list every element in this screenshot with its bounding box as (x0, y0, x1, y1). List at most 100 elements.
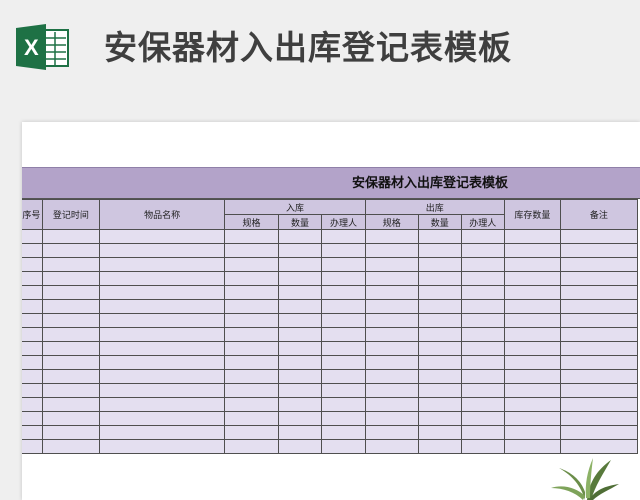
table-cell[interactable] (364, 369, 419, 384)
table-cell[interactable] (277, 299, 323, 314)
table-cell[interactable] (98, 299, 226, 314)
table-cell[interactable] (321, 383, 366, 398)
table-cell[interactable] (364, 397, 419, 412)
table-cell[interactable] (277, 285, 323, 300)
table-cell[interactable] (277, 327, 323, 342)
table-cell[interactable] (22, 299, 43, 314)
table-cell[interactable] (22, 383, 43, 398)
table-cell[interactable] (503, 327, 561, 342)
table-cell[interactable] (559, 243, 639, 258)
table-cell[interactable] (321, 425, 366, 440)
table-cell[interactable] (503, 355, 561, 370)
table-cell[interactable] (22, 411, 43, 426)
table-cell[interactable] (41, 341, 100, 356)
table-cell[interactable] (460, 425, 505, 440)
table-cell[interactable] (22, 285, 43, 300)
table-cell[interactable] (417, 271, 462, 286)
table-cell[interactable] (321, 439, 366, 454)
table-cell[interactable] (364, 439, 419, 454)
table-cell[interactable] (98, 327, 226, 342)
table-cell[interactable] (417, 285, 462, 300)
table-cell[interactable] (503, 425, 561, 440)
table-cell[interactable] (224, 327, 279, 342)
table-cell[interactable] (22, 439, 43, 454)
table-cell[interactable] (321, 285, 366, 300)
table-cell[interactable] (321, 271, 366, 286)
table-cell[interactable] (41, 257, 100, 272)
table-cell[interactable] (41, 229, 100, 244)
table-cell[interactable] (22, 369, 43, 384)
table-cell[interactable] (417, 243, 462, 258)
table-cell[interactable] (417, 425, 462, 440)
table-cell[interactable] (559, 229, 639, 244)
table-cell[interactable] (364, 285, 419, 300)
table-cell[interactable] (417, 439, 462, 454)
table-cell[interactable] (503, 257, 561, 272)
table-cell[interactable] (321, 243, 366, 258)
table-cell[interactable] (460, 243, 505, 258)
table-cell[interactable] (417, 327, 462, 342)
table-cell[interactable] (559, 313, 639, 328)
table-cell[interactable] (41, 439, 100, 454)
table-cell[interactable] (460, 229, 505, 244)
table-cell[interactable] (417, 369, 462, 384)
table-cell[interactable] (22, 313, 43, 328)
table-cell[interactable] (277, 355, 323, 370)
table-cell[interactable] (22, 341, 43, 356)
table-cell[interactable] (98, 285, 226, 300)
table-cell[interactable] (364, 299, 419, 314)
table-cell[interactable] (277, 411, 323, 426)
table-cell[interactable] (364, 425, 419, 440)
table-cell[interactable] (277, 313, 323, 328)
table-cell[interactable] (98, 271, 226, 286)
table-cell[interactable] (41, 299, 100, 314)
table-cell[interactable] (321, 327, 366, 342)
table-cell[interactable] (224, 425, 279, 440)
table-cell[interactable] (98, 439, 226, 454)
table-cell[interactable] (559, 383, 639, 398)
table-cell[interactable] (22, 397, 43, 412)
table-cell[interactable] (224, 341, 279, 356)
table-cell[interactable] (460, 355, 505, 370)
table-cell[interactable] (321, 369, 366, 384)
table-cell[interactable] (321, 341, 366, 356)
table-cell[interactable] (460, 397, 505, 412)
table-cell[interactable] (364, 271, 419, 286)
table-cell[interactable] (277, 439, 323, 454)
table-cell[interactable] (22, 355, 43, 370)
table-cell[interactable] (321, 229, 366, 244)
table-cell[interactable] (277, 397, 323, 412)
table-cell[interactable] (224, 383, 279, 398)
table-cell[interactable] (41, 327, 100, 342)
table-cell[interactable] (364, 243, 419, 258)
table-cell[interactable] (98, 341, 226, 356)
table-cell[interactable] (417, 257, 462, 272)
table-cell[interactable] (503, 285, 561, 300)
table-cell[interactable] (503, 229, 561, 244)
table-cell[interactable] (98, 257, 226, 272)
table-cell[interactable] (460, 257, 505, 272)
table-cell[interactable] (224, 299, 279, 314)
table-cell[interactable] (559, 355, 639, 370)
table-cell[interactable] (460, 383, 505, 398)
table-cell[interactable] (460, 285, 505, 300)
table-cell[interactable] (224, 439, 279, 454)
table-cell[interactable] (41, 271, 100, 286)
table-cell[interactable] (224, 397, 279, 412)
table-cell[interactable] (98, 243, 226, 258)
table-cell[interactable] (41, 369, 100, 384)
table-cell[interactable] (277, 341, 323, 356)
table-cell[interactable] (98, 425, 226, 440)
table-cell[interactable] (503, 369, 561, 384)
table-cell[interactable] (559, 285, 639, 300)
table-cell[interactable] (503, 383, 561, 398)
table-cell[interactable] (321, 355, 366, 370)
table-cell[interactable] (224, 411, 279, 426)
table-cell[interactable] (277, 271, 323, 286)
table-cell[interactable] (22, 425, 43, 440)
table-cell[interactable] (417, 355, 462, 370)
table-cell[interactable] (364, 257, 419, 272)
table-cell[interactable] (22, 229, 43, 244)
table-cell[interactable] (277, 425, 323, 440)
table-cell[interactable] (22, 243, 43, 258)
